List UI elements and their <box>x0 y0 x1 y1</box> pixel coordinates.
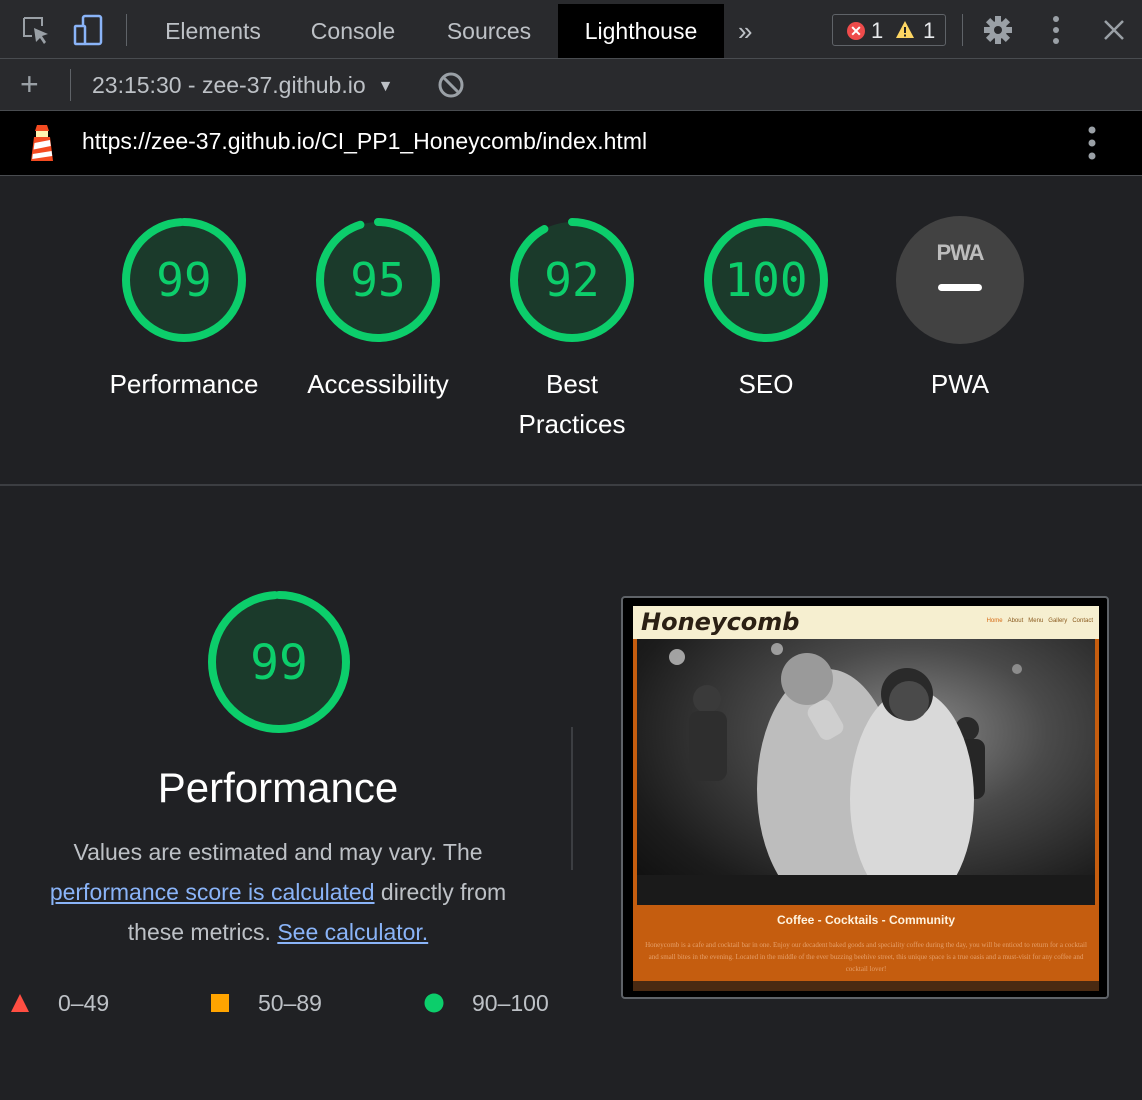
gauge-ring: 92 <box>510 218 634 342</box>
category-description: Values are estimated and may vary. The p… <box>20 832 536 952</box>
screenshot-brand: Honeycomb <box>641 608 800 636</box>
screenshot-tagline: Coffee - Cocktails - Community <box>776 913 956 927</box>
gauge-ring: 99 <box>122 218 246 342</box>
gauge-ring: 100 <box>704 218 828 342</box>
dropdown-arrow-icon: ▼ <box>377 78 394 95</box>
toolbar-separator <box>962 14 963 46</box>
average-square-icon <box>211 994 229 1012</box>
hero-photo-image <box>637 643 1095 905</box>
lighthouse-toolbar: + 23:15:30 - zee-37.github.io ▼ <box>0 59 1142 111</box>
score-calculated-link[interactable]: performance score is calculated <box>50 879 375 905</box>
screenshot-nav-item: Home <box>986 618 1003 624</box>
performance-gauge-large: 99 <box>206 589 352 740</box>
report-url-bar: https://zee-37.github.io/CI_PP1_Honeycom… <box>0 111 1142 176</box>
close-icon[interactable] <box>1098 14 1130 46</box>
legend-range: 90–100 <box>472 990 549 1016</box>
gauge-label: Accessibility <box>307 369 449 399</box>
settings-gear-icon[interactable] <box>982 14 1014 46</box>
report-selector-label: 23:15:30 - zee-37.github.io <box>92 72 366 98</box>
screenshot-nav: Home About Menu Gallery Contact <box>982 618 1093 624</box>
screenshot-nav-item: Menu <box>1028 618 1044 624</box>
gauge-ring: 95 <box>316 218 440 342</box>
tab-sources[interactable]: Sources <box>420 4 558 58</box>
gauge-ring: 99 <box>208 591 350 733</box>
more-tabs-button[interactable]: » <box>738 4 752 58</box>
tab-lighthouse[interactable]: Lighthouse <box>558 4 724 58</box>
screenshot-nav-item: Gallery <box>1048 618 1068 624</box>
devtools-tabbar: Elements Console Sources Lighthouse » ✕ … <box>0 0 1142 59</box>
gauge-performance[interactable]: 99 Performance <box>94 216 274 404</box>
error-count: 1 <box>871 18 884 43</box>
description-text: Values are estimated and may vary. The <box>73 839 483 865</box>
report-url[interactable]: https://zee-37.github.io/CI_PP1_Honeycom… <box>82 128 647 155</box>
legend-range: 0–49 <box>58 990 110 1016</box>
vertical-divider <box>571 727 573 870</box>
pass-circle-icon <box>424 993 444 1013</box>
screenshot-intro-section: Coffee - Cocktails - Community Honeycomb… <box>633 909 1099 981</box>
screenshot-paragraph: Honeycomb is a cafe and cocktail bar in … <box>645 941 1087 973</box>
gauge-score: 99 <box>250 635 308 691</box>
see-calculator-link[interactable]: See calculator. <box>277 919 428 945</box>
gauge-accessibility[interactable]: 95 Accessibility <box>288 216 468 404</box>
gauge-score: 99 <box>156 253 211 307</box>
section-divider <box>0 484 1142 486</box>
gauge-label: PWA <box>930 369 990 399</box>
error-icon: ✕ <box>847 22 865 40</box>
gauge-label: Best Practices <box>518 369 626 439</box>
fail-triangle-icon <box>11 994 29 1012</box>
gauge-score: 95 <box>350 253 405 307</box>
screenshot-nav-item: About <box>1007 618 1024 624</box>
lighthouse-logo-icon <box>31 125 53 161</box>
gauge-label: SEO <box>738 369 794 399</box>
issues-counter[interactable]: ✕ 1 1 <box>832 14 946 46</box>
clear-block-icon[interactable] <box>437 71 465 99</box>
inspect-icon[interactable] <box>20 14 52 46</box>
gauge-score: 92 <box>544 253 599 307</box>
gauge-pwa[interactable]: PWA PWA <box>870 216 1050 404</box>
category-title: Performance <box>157 764 399 811</box>
device-toolbar-icon[interactable] <box>72 14 104 46</box>
new-report-button[interactable]: + <box>20 65 39 103</box>
gauge-label: Performance <box>109 369 259 399</box>
tab-console[interactable]: Console <box>290 4 416 58</box>
toolbar-separator <box>70 69 71 101</box>
toolbar-separator <box>126 14 127 46</box>
warning-count: 1 <box>923 18 936 43</box>
report-selector[interactable]: 23:15:30 - zee-37.github.io ▼ <box>92 69 394 101</box>
gauge-best-practices[interactable]: 92 Best Practices <box>482 216 662 444</box>
more-vert-icon[interactable] <box>1040 14 1072 46</box>
screenshot-hero <box>633 639 1099 909</box>
screenshot-nav-item: Contact <box>1072 618 1093 624</box>
legend-range: 50–89 <box>258 990 322 1016</box>
gauge-score: 100 <box>724 253 807 307</box>
tab-elements[interactable]: Elements <box>140 4 286 58</box>
warning-icon <box>896 21 914 38</box>
pwa-badge-icon: PWA <box>896 216 1024 344</box>
screenshot-page: Honeycomb Home About Menu Gallery Contact <box>633 606 1099 991</box>
screenshot-gallery-strip <box>633 981 1099 991</box>
screenshot-hero-photo <box>637 639 1095 905</box>
report-menu-icon[interactable] <box>1082 125 1102 161</box>
final-screenshot-thumbnail[interactable]: Honeycomb Home About Menu Gallery Contact <box>621 596 1109 999</box>
gauge-seo[interactable]: 100 SEO <box>676 216 856 404</box>
pwa-badge-text: PWA <box>936 240 984 265</box>
